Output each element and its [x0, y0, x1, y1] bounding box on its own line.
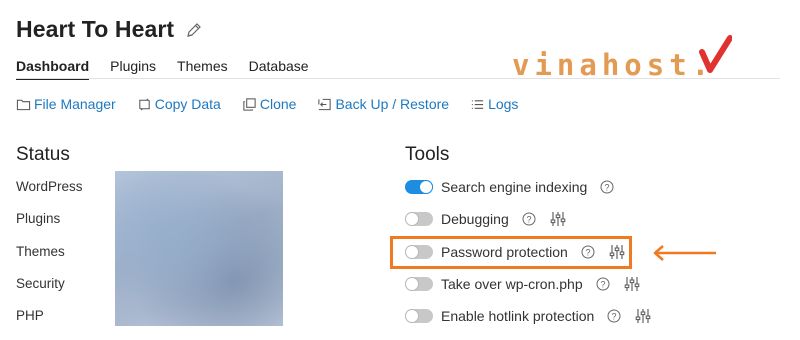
- tool-label: Debugging: [441, 211, 509, 227]
- logs-label: Logs: [488, 96, 519, 112]
- wp-cron-toggle[interactable]: [405, 277, 433, 291]
- tools-heading: Tools: [405, 144, 450, 165]
- status-label-plugins: Plugins: [16, 211, 61, 226]
- folder-icon: [16, 99, 31, 110]
- tool-row-debugging: Debugging ?: [405, 211, 566, 227]
- tab-themes[interactable]: Themes: [177, 58, 228, 80]
- backup-restore-label: Back Up / Restore: [335, 96, 450, 112]
- site-tabs: Dashboard Plugins Themes Database: [16, 58, 330, 80]
- status-label-security: Security: [16, 276, 65, 291]
- tool-label: Search engine indexing: [441, 179, 588, 195]
- debugging-toggle[interactable]: [405, 212, 433, 226]
- tool-row-search-indexing: Search engine indexing ?: [405, 179, 614, 195]
- svg-text:?: ?: [526, 215, 531, 225]
- clone-icon: [243, 97, 256, 111]
- copy-data-link[interactable]: Copy Data: [137, 96, 221, 112]
- copy-data-label: Copy Data: [154, 96, 221, 112]
- tool-label: Enable hotlink protection: [441, 308, 595, 324]
- tool-row-hotlink-protection: Enable hotlink protection ?: [405, 308, 651, 324]
- help-icon[interactable]: ?: [600, 180, 614, 194]
- tab-dashboard[interactable]: Dashboard: [16, 58, 90, 80]
- site-title: Heart To Heart: [16, 16, 175, 42]
- vinahost-logo: vinahost.: [512, 35, 732, 82]
- arrow-left-icon: [653, 245, 716, 261]
- file-manager-label: File Manager: [34, 96, 116, 112]
- tab-plugins[interactable]: Plugins: [110, 58, 156, 80]
- settings-sliders-icon[interactable]: [624, 276, 640, 292]
- help-icon[interactable]: ?: [596, 277, 610, 291]
- svg-text:?: ?: [612, 312, 617, 322]
- help-icon[interactable]: ?: [607, 309, 621, 323]
- hotlink-protection-toggle[interactable]: [405, 309, 433, 323]
- logs-link[interactable]: Logs: [470, 96, 518, 112]
- help-icon[interactable]: ?: [522, 212, 536, 226]
- svg-text:?: ?: [600, 280, 605, 290]
- status-label-themes: Themes: [16, 244, 65, 259]
- backup-icon: [318, 98, 332, 110]
- status-heading: Status: [16, 144, 70, 165]
- site-preview-blurred: [115, 171, 283, 326]
- action-bar: File Manager Copy Data Clone Back Up / R…: [16, 96, 539, 112]
- svg-text:?: ?: [605, 183, 610, 193]
- copy-data-icon: [139, 98, 150, 110]
- list-icon: [471, 99, 484, 109]
- backup-restore-link[interactable]: Back Up / Restore: [317, 96, 449, 112]
- svg-text:vinahost.: vinahost.: [512, 48, 714, 82]
- status-label-wordpress: WordPress: [16, 179, 83, 194]
- tool-label: Take over wp-cron.php: [441, 276, 583, 292]
- settings-sliders-icon[interactable]: [550, 211, 566, 227]
- status-label-php: PHP: [16, 308, 44, 323]
- tab-database[interactable]: Database: [249, 58, 309, 80]
- clone-label: Clone: [259, 96, 297, 112]
- search-indexing-toggle[interactable]: [405, 180, 433, 194]
- tab-divider: [16, 78, 780, 79]
- clone-link[interactable]: Clone: [242, 96, 297, 112]
- password-protection-highlight-box: [390, 236, 632, 269]
- file-manager-link[interactable]: File Manager: [16, 96, 116, 112]
- pencil-icon[interactable]: [186, 22, 202, 38]
- settings-sliders-icon[interactable]: [635, 308, 651, 324]
- tool-row-wp-cron: Take over wp-cron.php ?: [405, 276, 640, 292]
